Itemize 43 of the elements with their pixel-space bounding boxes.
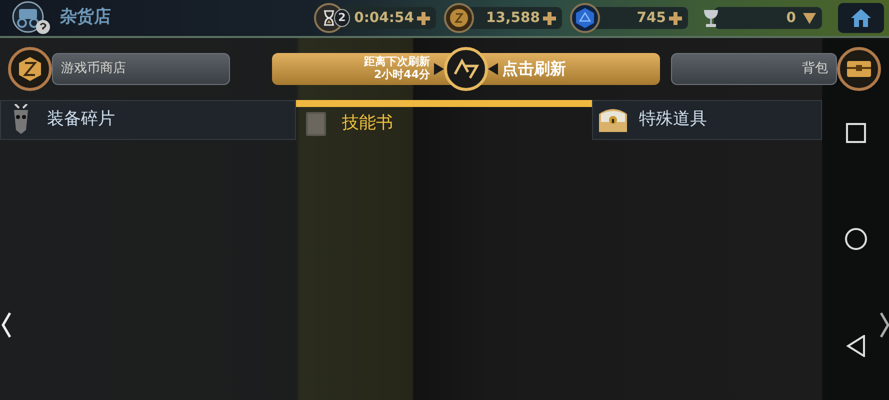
- dropdown-button[interactable]: [803, 12, 816, 24]
- pointer-left-icon: [488, 63, 498, 75]
- gem-icon: [574, 7, 596, 29]
- next-button[interactable]: [880, 312, 889, 338]
- triangle-icon: [846, 335, 866, 358]
- home-button[interactable]: [838, 3, 884, 33]
- backpack-button[interactable]: 背包: [671, 53, 837, 85]
- resource-value: 0: [786, 8, 796, 28]
- coin-icon: [448, 7, 470, 29]
- back-button[interactable]: [846, 335, 866, 358]
- coin-shop-button[interactable]: 游戏币商店: [52, 53, 230, 85]
- resource-value: 0:04:54: [354, 8, 414, 28]
- pointer-right-icon: [434, 63, 444, 75]
- refresh-countdown: 距离下次刷新 2小时44分: [364, 56, 430, 82]
- tab-label: 特殊道具: [639, 108, 707, 132]
- android-home-button[interactable]: [844, 228, 866, 250]
- chevron-right-icon: [880, 312, 889, 338]
- tab-label: 装备碎片: [47, 108, 115, 132]
- previous-button[interactable]: [1, 312, 12, 338]
- home-icon: [850, 8, 872, 28]
- plus-icon: [417, 12, 430, 24]
- resource-value: 745: [636, 8, 666, 28]
- refresh-button[interactable]: [444, 47, 488, 91]
- category-tab[interactable]: 特殊道具: [592, 100, 822, 140]
- recent-apps-button[interactable]: [846, 122, 866, 143]
- circle-icon: [844, 228, 866, 250]
- category-tab[interactable]: 技能书: [296, 100, 592, 140]
- screen-title: 杂货店: [60, 6, 111, 30]
- chest-icon: [846, 59, 872, 79]
- count-badge: 2: [334, 9, 350, 27]
- caret-down-icon: [803, 12, 816, 24]
- add-button[interactable]: [417, 12, 430, 24]
- square-icon: [846, 122, 866, 143]
- add-button[interactable]: [543, 12, 556, 24]
- plus-icon: [669, 12, 682, 24]
- chevron-left-icon: [1, 312, 12, 338]
- add-button[interactable]: [669, 12, 682, 24]
- carriage-icon: [10, 0, 52, 36]
- plus-icon: [543, 12, 556, 24]
- tab-label: 技能书: [342, 112, 393, 135]
- category-tab[interactable]: 装备碎片: [0, 100, 296, 140]
- refresh-label: 点击刷新: [502, 58, 566, 80]
- resource-value: 13,588: [486, 8, 540, 28]
